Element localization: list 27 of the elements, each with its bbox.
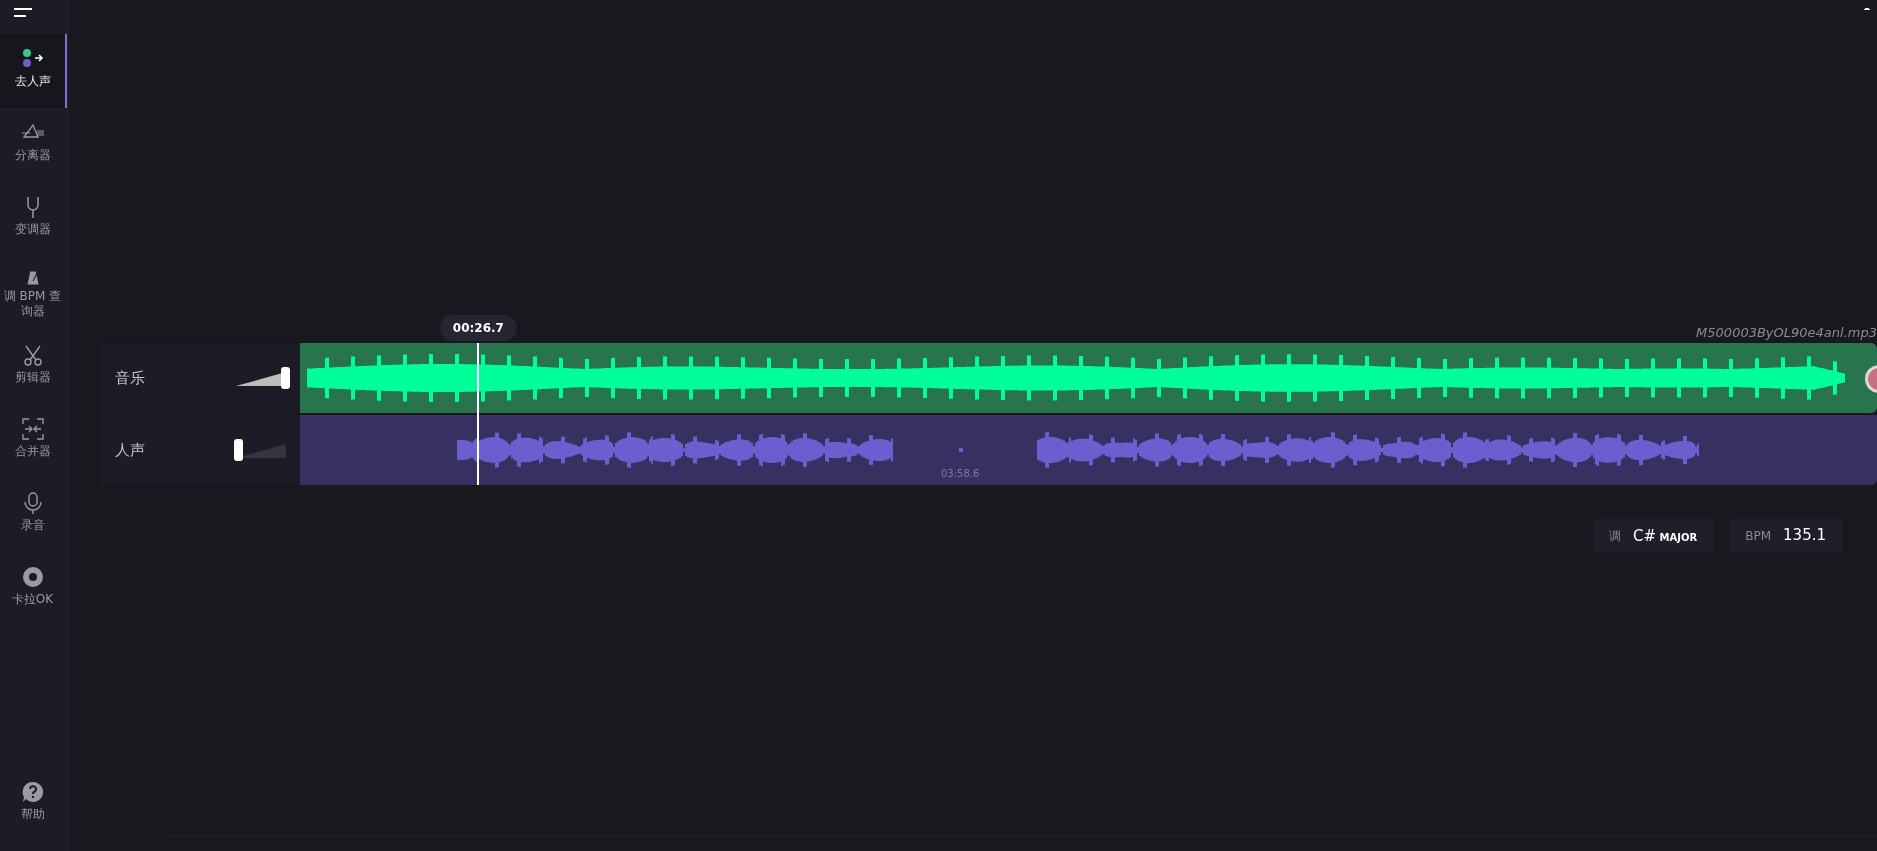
key-value: C# MAJOR (1633, 525, 1698, 547)
microphone-icon (21, 492, 44, 514)
slider-thumb[interactable] (281, 367, 290, 389)
key-label: 调 (1609, 527, 1622, 545)
file-name: M500003ByOL90e4anl.mp3 (1696, 324, 1877, 342)
merge-icon (21, 418, 44, 440)
bpm-label: BPM (1745, 527, 1772, 545)
sidebar-item[interactable]: 卡拉OK (0, 552, 67, 626)
track-label: 人声 (115, 439, 145, 461)
sidebar-item[interactable]: 录音 (0, 478, 67, 552)
bpm-value: 135.1 (1783, 525, 1826, 547)
sidebar-item[interactable]: 变调器 (0, 182, 67, 256)
disc-icon (21, 566, 44, 588)
sidebar-item[interactable]: 分离器 (0, 108, 67, 182)
sidebar-item[interactable]: 剪辑器 (0, 330, 67, 404)
sidebar-item[interactable]: 调 BPM 查询器 (0, 256, 67, 330)
playhead[interactable] (477, 343, 480, 485)
help-icon (21, 781, 44, 803)
playhead-time: 00:26.7 (440, 315, 516, 341)
vocal-split-icon (21, 48, 44, 70)
track-label: 音乐 (115, 367, 145, 389)
sidebar-item[interactable]: 去人声 (0, 34, 67, 108)
duration-marker: 03:58.6 (941, 467, 980, 481)
sidebar-item[interactable]: 合并器 (0, 404, 67, 478)
slider-thumb[interactable] (234, 439, 243, 461)
scissors-icon (21, 344, 44, 366)
help-button[interactable]: 帮助 (0, 767, 67, 841)
